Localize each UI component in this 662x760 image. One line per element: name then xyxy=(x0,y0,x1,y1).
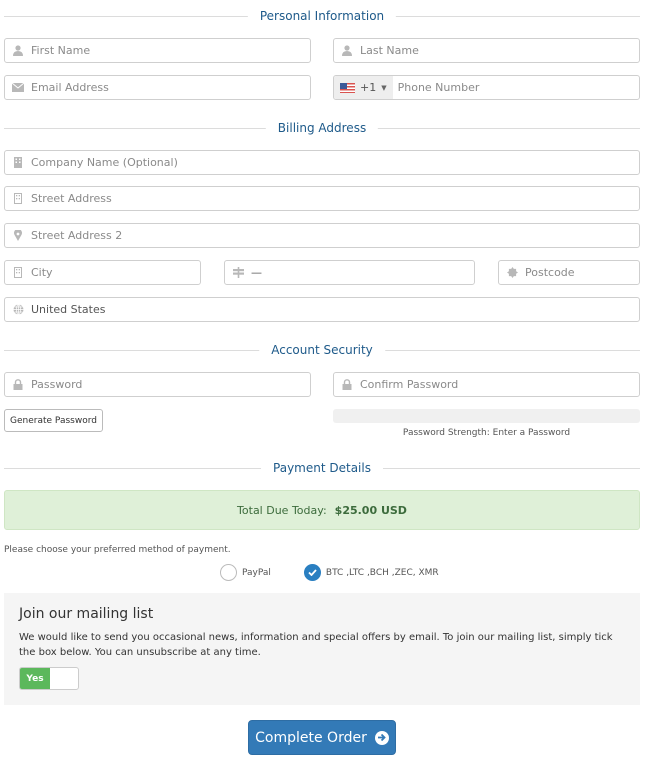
phone-input[interactable]: +1 ▼ Phone Number xyxy=(333,75,640,100)
street-address-input[interactable]: Street Address xyxy=(4,186,640,211)
payment-option-label: PayPal xyxy=(242,567,271,578)
section-title: Billing Address xyxy=(265,120,379,136)
password-strength-text: Password Strength: Enter a Password xyxy=(402,428,571,438)
signpost-icon xyxy=(225,267,251,278)
payment-option-crypto[interactable]: BTC ,LTC ,BCH ,ZEC, XMR xyxy=(303,564,439,581)
city-input[interactable]: City xyxy=(4,260,201,285)
street-address-2-input[interactable]: Street Address 2 xyxy=(4,223,640,248)
street-address-placeholder: Street Address xyxy=(31,192,112,205)
certificate-icon xyxy=(499,267,525,278)
payment-option-paypal[interactable]: PayPal xyxy=(220,564,271,581)
building-icon xyxy=(5,157,31,168)
password-input[interactable]: Password xyxy=(4,372,311,397)
first-name-placeholder: First Name xyxy=(31,44,91,57)
country-code: +1 xyxy=(360,81,377,94)
postcode-input[interactable]: Postcode xyxy=(498,260,640,285)
country-code-dropdown[interactable]: +1 ▼ xyxy=(334,76,393,99)
password-strength-bar xyxy=(333,409,640,423)
section-account-security: Account Security xyxy=(4,342,640,358)
password-placeholder: Password xyxy=(31,378,83,391)
confirm-password-input[interactable]: Confirm Password xyxy=(333,372,640,397)
generate-password-button[interactable]: Generate Password xyxy=(4,409,103,432)
confirm-password-placeholder: Confirm Password xyxy=(360,378,459,391)
complete-order-label: Complete Order xyxy=(255,729,367,746)
total-due-panel: Total Due Today: $25.00 USD xyxy=(4,490,640,530)
payment-option-label: BTC ,LTC ,BCH ,ZEC, XMR xyxy=(325,567,439,578)
lock-icon xyxy=(5,379,31,390)
state-select[interactable]: — xyxy=(224,260,475,285)
section-title: Payment Details xyxy=(261,460,383,476)
section-personal-information: Personal Information xyxy=(4,8,640,24)
complete-order-button[interactable]: Complete Order xyxy=(248,720,396,755)
mailing-list-title: Join our mailing list xyxy=(19,606,154,622)
country-select[interactable]: United States xyxy=(4,297,640,322)
section-title: Personal Information xyxy=(247,8,397,24)
lock-icon xyxy=(334,379,360,390)
postcode-placeholder: Postcode xyxy=(525,266,575,279)
country-value: United States xyxy=(31,303,106,316)
toggle-on-label: Yes xyxy=(20,668,50,689)
section-title: Account Security xyxy=(259,342,385,358)
city-placeholder: City xyxy=(31,266,53,279)
check-icon xyxy=(308,569,317,576)
company-name-input[interactable]: Company Name (Optional) xyxy=(4,150,640,175)
mailing-list-description: We would like to send you occasional new… xyxy=(19,632,613,658)
us-flag-icon xyxy=(340,82,355,93)
building-outline-icon xyxy=(5,267,31,278)
radio-checked[interactable] xyxy=(303,564,321,581)
arrow-circle-right-icon xyxy=(374,730,389,745)
payment-method-options: PayPal BTC ,LTC ,BCH ,ZEC, XMR xyxy=(220,564,439,581)
mailing-list-toggle[interactable]: Yes xyxy=(19,667,79,690)
email-placeholder: Email Address xyxy=(31,81,109,94)
mailing-list-panel: Join our mailing list We would like to s… xyxy=(4,593,640,705)
map-marker-icon xyxy=(5,230,31,241)
radio-unchecked[interactable] xyxy=(220,564,237,581)
toggle-handle[interactable] xyxy=(50,668,78,689)
envelope-icon xyxy=(5,83,31,92)
last-name-placeholder: Last Name xyxy=(360,44,419,57)
section-billing-address: Billing Address xyxy=(4,120,640,136)
last-name-input[interactable]: Last Name xyxy=(333,38,640,63)
caret-down-icon: ▼ xyxy=(381,83,387,92)
section-payment-details: Payment Details xyxy=(4,460,640,476)
total-due-amount: $25.00 USD xyxy=(334,503,407,517)
user-icon xyxy=(334,45,360,56)
street-address-2-placeholder: Street Address 2 xyxy=(31,229,123,242)
phone-placeholder: Phone Number xyxy=(397,81,480,94)
email-input[interactable]: Email Address xyxy=(4,75,311,100)
first-name-input[interactable]: First Name xyxy=(4,38,311,63)
user-icon xyxy=(5,45,31,56)
globe-icon xyxy=(5,304,31,315)
state-value: — xyxy=(251,266,262,279)
company-name-placeholder: Company Name (Optional) xyxy=(31,156,178,169)
payment-method-prompt: Please choose your preferred method of p… xyxy=(4,545,231,555)
building-outline-icon xyxy=(5,193,31,204)
total-due-label: Total Due Today: xyxy=(237,503,327,517)
